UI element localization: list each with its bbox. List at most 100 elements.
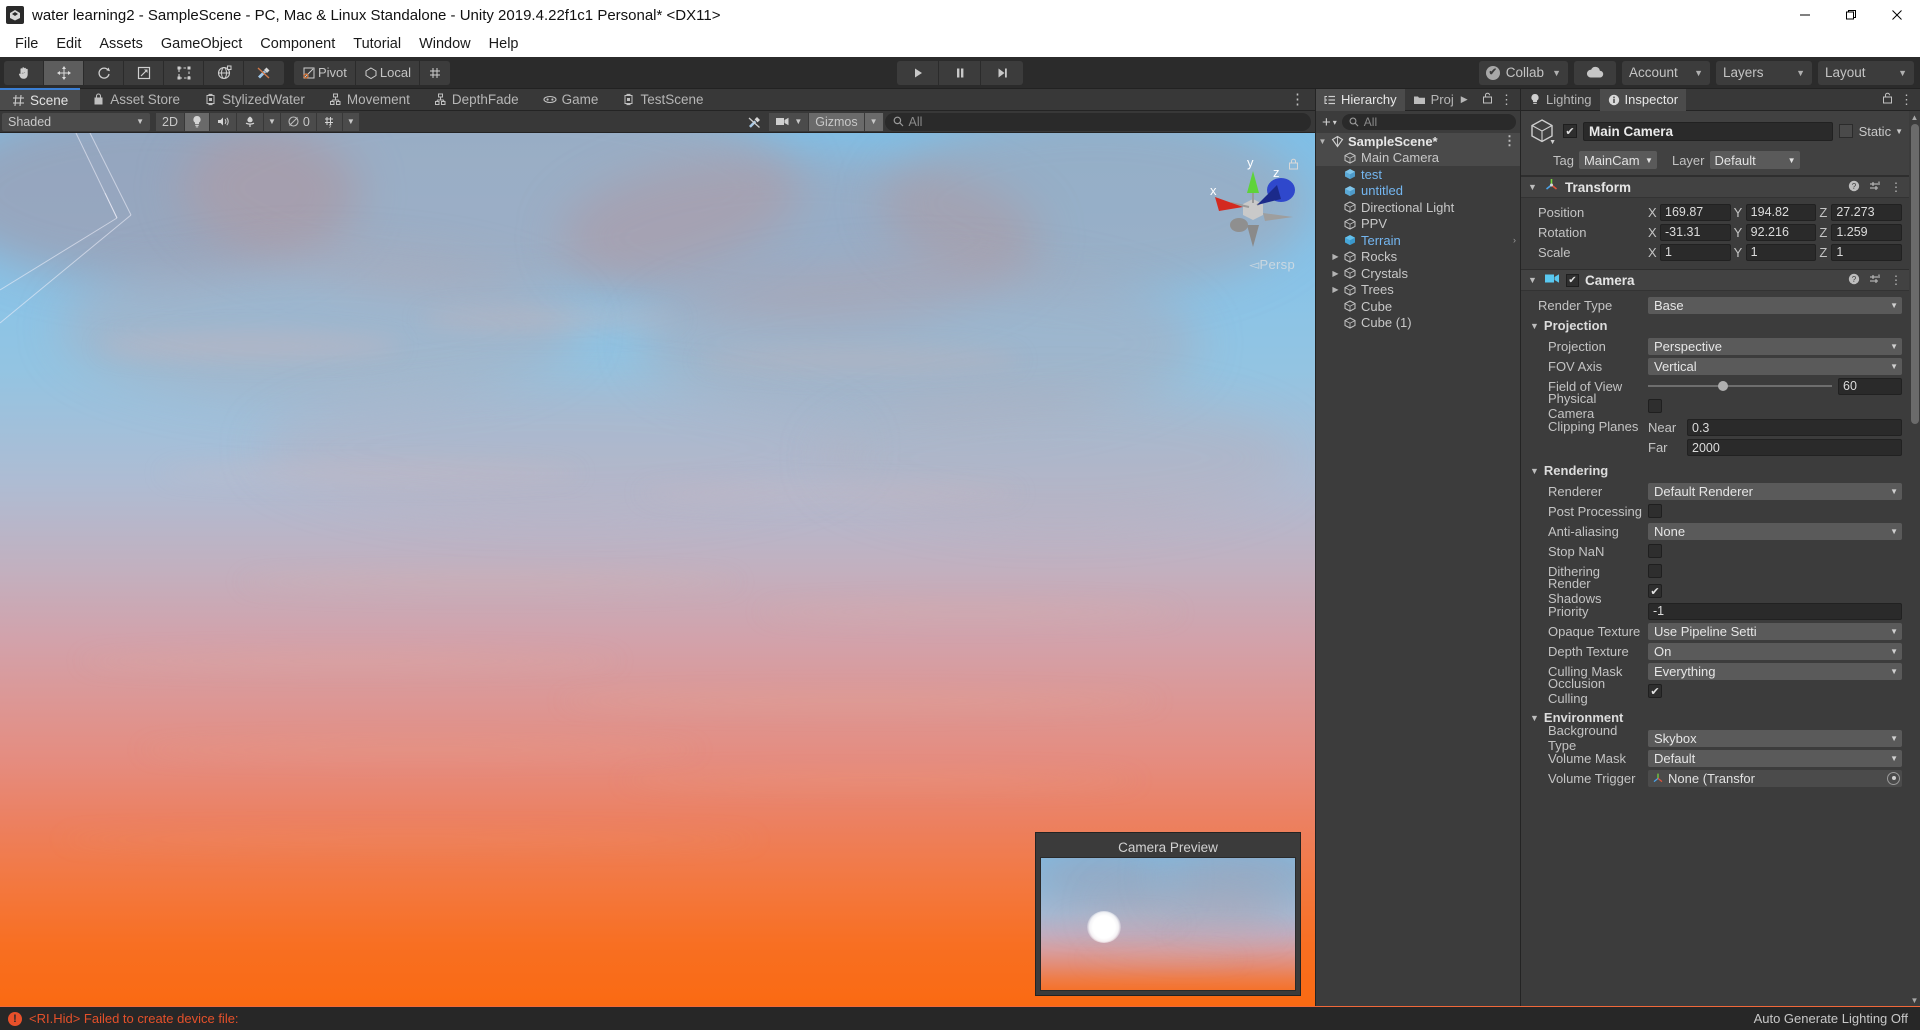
scene-viewport[interactable]: x y z ◅Persp Camera Preview [0,133,1315,1006]
menu-edit[interactable]: Edit [47,33,90,55]
hierarchy-row-test[interactable]: test [1316,166,1520,183]
rect-tool-button[interactable] [164,60,204,85]
scene-camera-settings-button[interactable]: ▼ [769,112,810,131]
cloud-services-button[interactable] [1574,60,1616,85]
foldout-icon[interactable]: ▼ [1316,137,1329,146]
help-icon[interactable]: ? [1848,273,1860,288]
scene-menu-icon[interactable]: ⋮ [1503,133,1516,149]
component-menu-icon[interactable]: ⋮ [1890,273,1902,287]
toggle-2d-button[interactable]: 2D [156,112,184,131]
foldout-icon[interactable]: ▼ [1528,275,1538,285]
post-processing-checkbox[interactable] [1648,504,1662,518]
layer-dropdown[interactable]: Default ▼ [1709,151,1800,169]
scene-tools-button[interactable] [741,113,768,131]
hierarchy-row-rocks[interactable]: ▶ Rocks [1316,249,1520,266]
render-type-dropdown[interactable]: Base ▼ [1648,296,1902,314]
position-z-input[interactable]: 27.273 [1831,203,1903,221]
menu-window[interactable]: Window [410,33,480,55]
scene-fx-dropdown[interactable]: ▼ [263,112,280,131]
tab-lighting[interactable]: Lighting [1521,89,1600,111]
pivot-toggle-button[interactable]: Pivot [294,60,356,85]
stop-nan-checkbox[interactable] [1648,544,1662,558]
gizmo-lock-icon[interactable] [1288,157,1299,175]
rotate-tool-button[interactable] [84,60,124,85]
hierarchy-row-cube[interactable]: Cube [1316,298,1520,315]
scene-audio-toggle[interactable] [209,112,236,131]
lock-icon[interactable] [1482,91,1493,109]
move-tool-button[interactable] [44,60,84,85]
dithering-checkbox[interactable] [1648,564,1662,578]
fov-value-input[interactable]: 60 [1838,377,1902,395]
collab-button[interactable]: ✔ Collab ▼ [1478,60,1568,85]
perspective-mode-label[interactable]: ◅Persp [1249,257,1295,273]
position-x-input[interactable]: 169.87 [1660,203,1731,221]
layers-button[interactable]: Layers ▼ [1716,60,1812,85]
foldout-icon[interactable]: ▼ [1528,182,1538,192]
far-clip-input[interactable]: 2000 [1687,439,1902,456]
help-icon[interactable]: ? [1848,180,1860,195]
depth-texture-dropdown[interactable]: On ▼ [1648,642,1902,660]
status-error-group[interactable]: ! <RI.Hid> Failed to create device file: [0,1011,239,1026]
foldout-icon[interactable]: ▼ [1530,713,1539,723]
rotation-z-input[interactable]: 1.259 [1831,223,1903,241]
scroll-down-icon[interactable]: ▼ [1911,994,1919,1006]
camera-enabled-checkbox[interactable]: ✔ [1566,273,1579,287]
fov-slider-handle[interactable] [1717,381,1728,391]
tab-asset-store[interactable]: Asset Store [80,88,192,110]
tab-hierarchy[interactable]: Hierarchy [1316,88,1405,111]
hierarchy-row-cube-1[interactable]: Cube (1) [1316,315,1520,332]
hierarchy-search-input[interactable]: All [1341,114,1516,130]
preset-icon[interactable] [1869,273,1881,288]
gizmos-toggle-button[interactable]: Gizmos [809,112,865,131]
render-shadows-checkbox[interactable]: ✔ [1648,584,1662,598]
object-enabled-checkbox[interactable]: ✔ [1563,124,1577,138]
hidden-objects-count[interactable]: 0 [280,112,316,131]
transform-tool-button[interactable] [204,60,244,85]
physical-camera-checkbox[interactable] [1648,399,1662,413]
shading-mode-dropdown[interactable]: Shaded ▼ [2,112,150,131]
scale-tool-button[interactable] [124,60,164,85]
scene-lighting-toggle[interactable] [184,112,209,131]
maximize-button[interactable] [1828,0,1874,30]
hierarchy-row-main-camera[interactable]: Main Camera [1316,149,1520,166]
hierarchy-row-samplescene[interactable]: ▼ SampleScene* ⋮ [1316,133,1520,150]
fov-slider[interactable] [1648,381,1832,391]
inspector-scrollbar[interactable]: ▲ ▼ [1909,111,1920,1006]
scene-fx-toggle[interactable] [236,112,263,131]
scrollbar-thumb[interactable] [1910,124,1919,424]
hierarchy-row-ppv[interactable]: PPV [1316,216,1520,233]
tab-overflow-arrow-icon[interactable]: ▶ [1461,94,1468,105]
tab-scene[interactable]: Scene [0,88,81,110]
minimize-button[interactable] [1782,0,1828,30]
foldout-icon[interactable]: ▶ [1329,252,1342,261]
hierarchy-row-untitled[interactable]: untitled [1316,183,1520,200]
rendering-section-header[interactable]: ▼ Rendering [1528,460,1902,481]
tab-movement[interactable]: Movement [317,88,422,110]
hierarchy-row-crystals[interactable]: ▶ Crystals [1316,265,1520,282]
fov-axis-dropdown[interactable]: Vertical ▼ [1648,357,1902,375]
custom-editor-tool-button[interactable] [244,60,284,85]
anti-aliasing-dropdown[interactable]: None ▼ [1648,522,1902,540]
tag-dropdown[interactable]: MainCam ▼ [1578,151,1657,169]
object-picker-icon[interactable] [1887,771,1900,785]
menu-assets[interactable]: Assets [90,33,152,55]
static-dropdown[interactable]: Static ▼ [1859,124,1903,139]
local-toggle-button[interactable]: Local [355,60,420,85]
hierarchy-row-terrain[interactable]: Terrain › [1316,232,1520,249]
grid-snap-button[interactable] [419,60,450,85]
occlusion-culling-checkbox[interactable]: ✔ [1648,684,1662,698]
hierarchy-row-directional-light[interactable]: Directional Light [1316,199,1520,216]
tab-depthfade[interactable]: DepthFade [422,88,531,110]
tab-testscene[interactable]: TestScene [610,88,715,110]
scale-x-input[interactable]: 1 [1660,243,1731,261]
transform-component-header[interactable]: ▼ Transform ? ⋮ [1521,176,1909,198]
menu-component[interactable]: Component [251,33,344,55]
tab-project[interactable]: Proj ▶ [1405,89,1476,111]
opaque-texture-dropdown[interactable]: Use Pipeline Setti ▼ [1648,622,1902,640]
priority-input[interactable]: -1 [1648,602,1902,620]
scale-z-input[interactable]: 1 [1831,243,1903,261]
preset-icon[interactable] [1869,180,1881,195]
component-menu-icon[interactable]: ⋮ [1890,180,1902,194]
tab-game[interactable]: Game [531,88,611,110]
projection-dropdown[interactable]: Perspective ▼ [1648,337,1902,355]
